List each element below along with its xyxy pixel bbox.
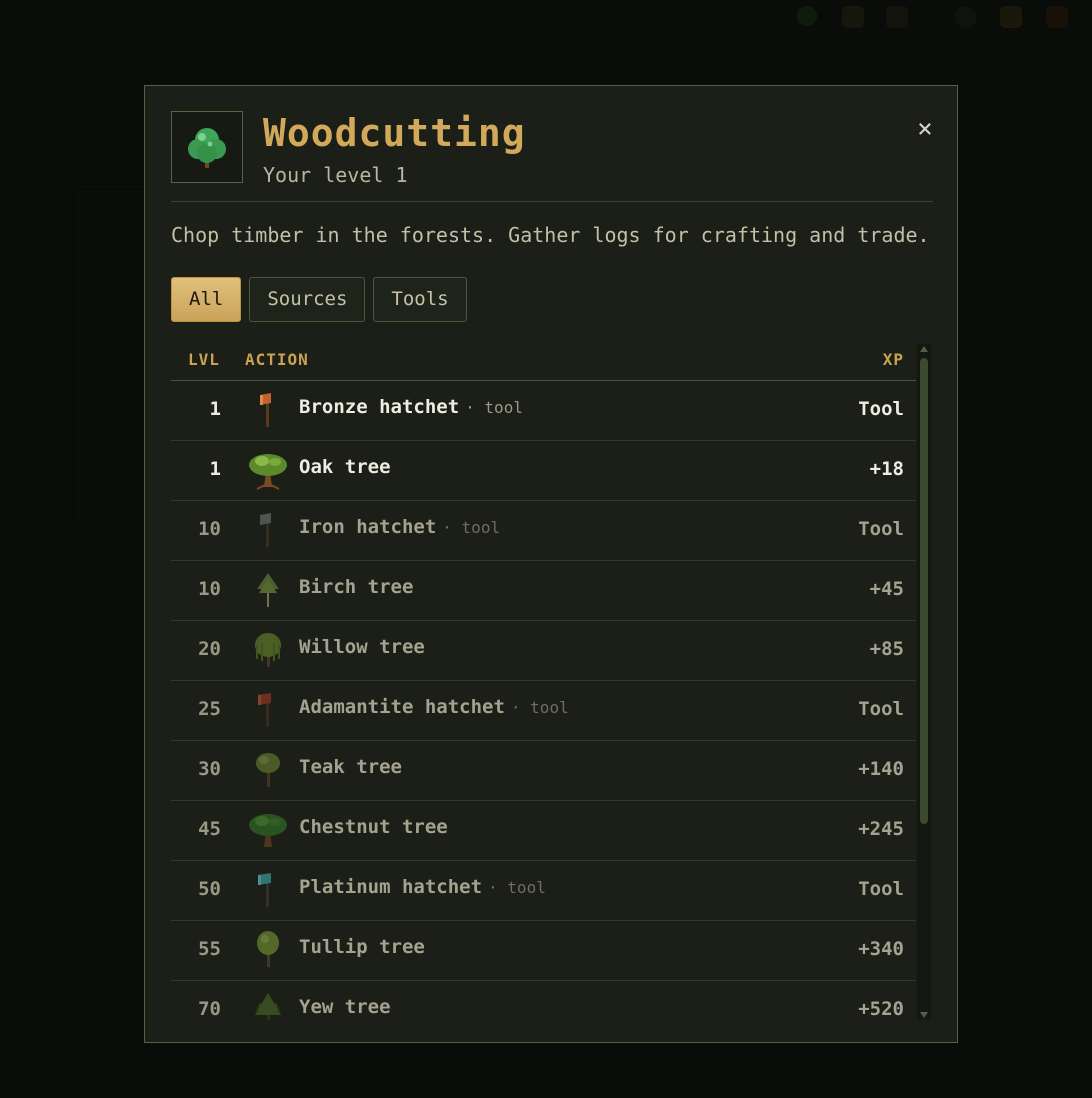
row-xp: +45 — [869, 578, 904, 600]
row-tag: · tool — [465, 398, 523, 417]
row-name: Chestnut tree — [299, 816, 454, 838]
row-level: 10 — [198, 518, 221, 540]
yew-tree-icon — [255, 993, 281, 1020]
bronze-hatchet-icon — [260, 393, 271, 427]
row-name-text: Adamantite hatchet — [299, 696, 505, 718]
row-name-text: Tullip tree — [299, 936, 425, 958]
row-level: 25 — [198, 698, 221, 720]
row-level: 10 — [198, 578, 221, 600]
row-name-text: Bronze hatchet — [299, 396, 460, 418]
chestnut-tree-icon — [249, 814, 287, 847]
row-name-text: Yew tree — [299, 996, 391, 1018]
row-name-text: Platinum hatchet — [299, 876, 483, 898]
row-name: Bronze hatchet · tool — [299, 396, 523, 418]
row-name: Platinum hatchet · tool — [299, 876, 546, 898]
actions-table: LVL ACTION XP 1 Bronze hatchet · tool Too… — [171, 344, 931, 1020]
table-row[interactable]: 1 Bronze hatchet · tool Tool — [171, 381, 916, 441]
table-row[interactable]: 10 Birch tree +45 — [171, 561, 916, 621]
row-level: 1 — [209, 398, 221, 420]
table-scrollbar[interactable] — [917, 344, 931, 1020]
row-xp: +245 — [858, 818, 904, 840]
row-xp: +520 — [858, 998, 904, 1020]
row-xp: Tool — [858, 698, 904, 720]
row-name: Tullip tree — [299, 936, 431, 958]
row-level: 1 — [209, 458, 221, 480]
row-xp: Tool — [858, 398, 904, 420]
iron-hatchet-icon — [260, 513, 271, 547]
tab-tools[interactable]: Tools — [373, 277, 467, 322]
scroll-up-arrow-icon[interactable] — [920, 346, 928, 352]
table-row[interactable]: 55 Tullip tree +340 — [171, 921, 916, 981]
row-name-text: Willow tree — [299, 636, 425, 658]
column-header-action: ACTION — [245, 350, 309, 369]
oak-tree-icon — [249, 454, 287, 490]
row-level: 50 — [198, 878, 221, 900]
row-level: 20 — [198, 638, 221, 660]
scroll-down-arrow-icon[interactable] — [920, 1012, 928, 1018]
row-level: 30 — [198, 758, 221, 780]
row-tag: · tool — [488, 878, 546, 897]
column-header-lvl: LVL — [188, 350, 220, 369]
row-name: Oak tree — [299, 456, 397, 478]
close-button[interactable]: × — [911, 115, 939, 143]
skill-modal: Woodcutting Your level 1 × Chop timber i… — [144, 85, 958, 1043]
row-xp: Tool — [858, 878, 904, 900]
player-level: Your level 1 — [263, 163, 408, 187]
willow-tree-icon — [255, 633, 281, 667]
birch-tree-icon — [257, 573, 279, 607]
teak-tree-icon — [256, 753, 280, 787]
filter-tabs: All Sources Tools — [171, 277, 467, 322]
row-xp: +85 — [869, 638, 904, 660]
row-name: Willow tree — [299, 636, 431, 658]
tree-icon — [188, 128, 226, 168]
row-xp: +340 — [858, 938, 904, 960]
row-name: Teak tree — [299, 756, 408, 778]
modal-header: Woodcutting Your level 1 × — [171, 111, 933, 202]
row-tag: · tool — [442, 518, 501, 537]
row-name: Adamantite hatchet · tool — [299, 696, 569, 718]
table-body: 1 Bronze hatchet · tool Tool 1 Oak tree … — [171, 381, 916, 1020]
tab-all[interactable]: All — [171, 277, 242, 322]
table-row[interactable]: 45 Chestnut tree +245 — [171, 801, 916, 861]
tullip-tree-icon — [257, 931, 279, 967]
row-name-text: Oak tree — [299, 456, 391, 478]
adamantite-hatchet-icon — [258, 693, 271, 727]
modal-title: Woodcutting — [263, 111, 526, 155]
scrollbar-thumb[interactable] — [920, 358, 928, 824]
row-level: 45 — [198, 818, 221, 840]
tab-sources[interactable]: Sources — [249, 277, 366, 322]
table-row[interactable]: 30 Teak tree +140 — [171, 741, 916, 801]
row-name: Birch tree — [299, 576, 419, 598]
row-name: Yew tree — [299, 996, 397, 1018]
table-row[interactable]: 1 Oak tree +18 — [171, 441, 916, 501]
table-row[interactable]: 20 Willow tree +85 — [171, 621, 916, 681]
row-level: 70 — [198, 998, 221, 1020]
row-level: 55 — [198, 938, 221, 960]
table-row[interactable]: 50 Platinum hatchet · tool Tool — [171, 861, 916, 921]
table-header: LVL ACTION XP — [171, 344, 916, 381]
column-header-xp: XP — [882, 350, 904, 369]
row-name-text: Iron hatchet — [299, 516, 437, 538]
skill-icon-frame — [171, 111, 243, 183]
table-row[interactable]: 25 Adamantite hatchet · tool Tool — [171, 681, 916, 741]
platinum-hatchet-icon — [258, 873, 271, 907]
row-name-text: Birch tree — [299, 576, 414, 598]
skill-description: Chop timber in the forests. Gather logs … — [171, 223, 930, 247]
row-name-text: Teak tree — [299, 756, 402, 778]
row-xp: +140 — [858, 758, 904, 780]
table-row[interactable]: 10 Iron hatchet · tool Tool — [171, 501, 916, 561]
row-name-text: Chestnut tree — [299, 816, 448, 838]
row-xp: Tool — [858, 518, 904, 540]
row-xp: +18 — [869, 458, 904, 480]
table-row[interactable]: 70 Yew tree +520 — [171, 981, 916, 1020]
row-name: Iron hatchet · tool — [299, 516, 500, 538]
row-tag: · tool — [510, 698, 569, 717]
